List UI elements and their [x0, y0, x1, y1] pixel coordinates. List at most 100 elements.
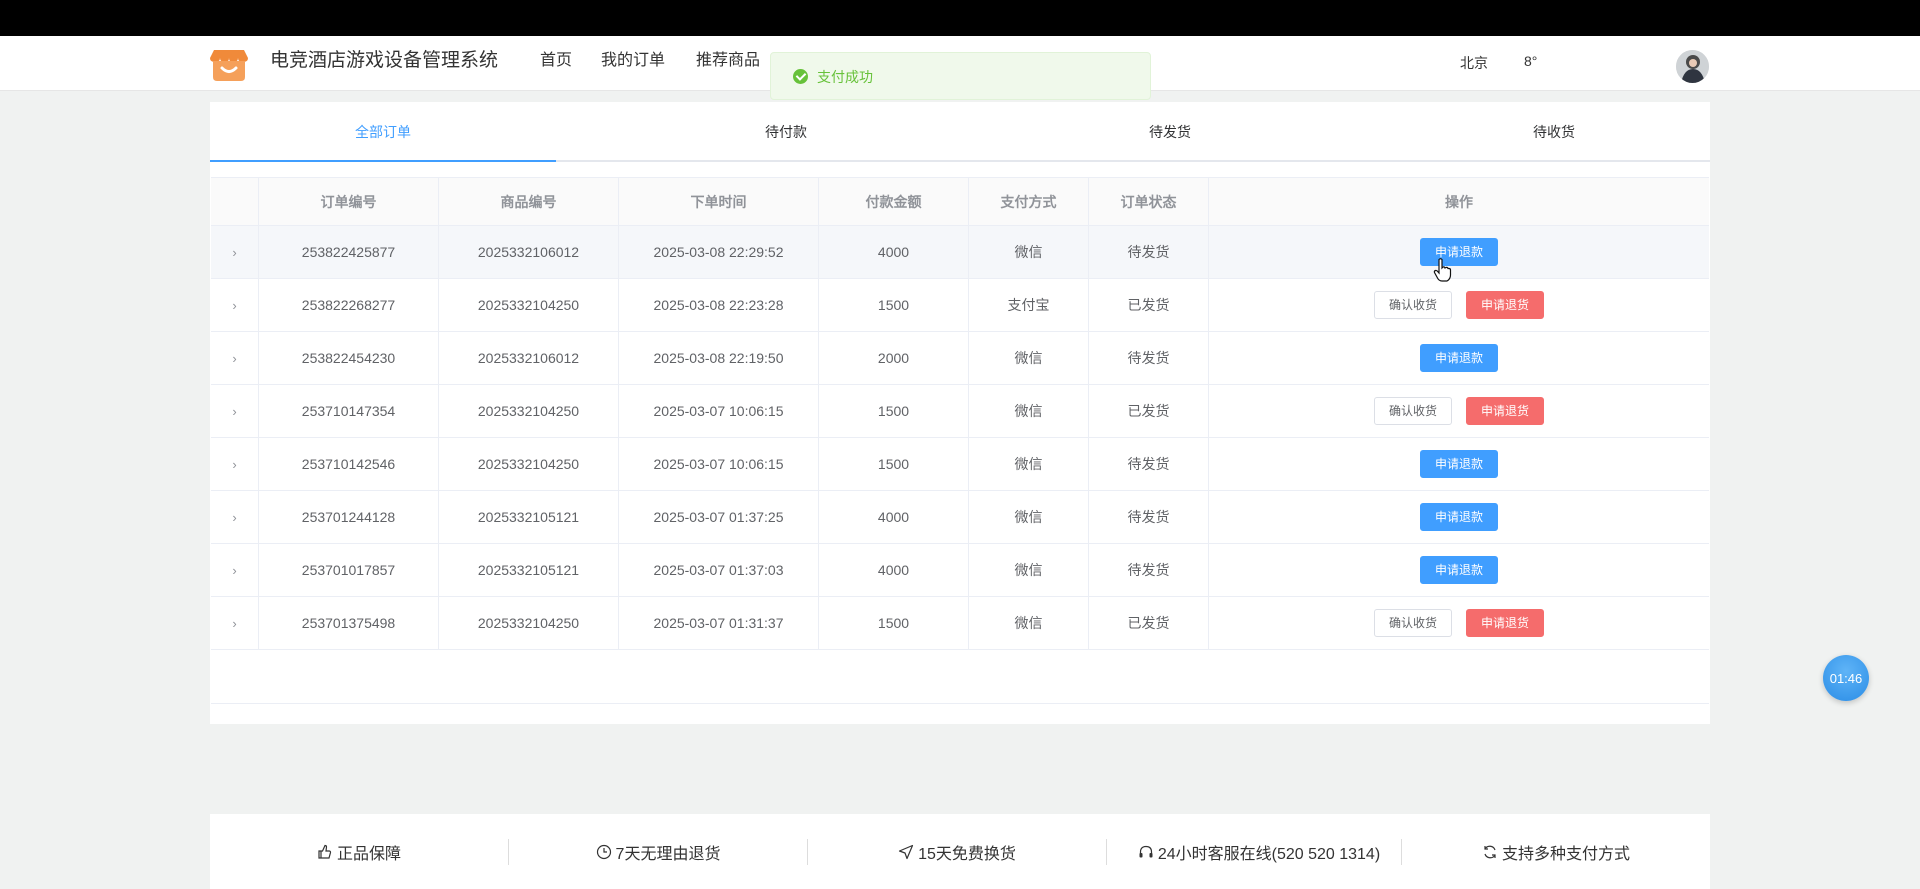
- table-header-row: 订单编号 商品编号 下单时间 付款金额 支付方式 订单状态 操作: [211, 177, 1709, 226]
- order-time-cell: 2025-03-08 22:23:28: [619, 279, 819, 331]
- product-no-cell: 2025332105121: [439, 544, 619, 596]
- order-time-cell: 2025-03-07 10:06:15: [619, 385, 819, 437]
- table-empty-row: [211, 651, 1709, 704]
- tab-all-orders[interactable]: 全部订单: [210, 102, 556, 162]
- actions-cell: 申请退款: [1209, 226, 1709, 278]
- feature-support-label: 24小时客服在线(520 520 1314): [1157, 845, 1381, 863]
- expand-chevron-icon[interactable]: ›: [211, 597, 259, 649]
- success-toast: 支付成功: [770, 52, 1151, 100]
- nav-my-orders[interactable]: 我的订单: [601, 50, 665, 72]
- order-no-cell: 253701375498: [259, 597, 439, 649]
- send-icon: [898, 844, 914, 859]
- feature-return-label: 7天无理由退货: [615, 845, 721, 863]
- shop-logo-icon: [210, 50, 248, 81]
- amount-cell: 1500: [819, 597, 969, 649]
- order-status-cell: 待发货: [1089, 544, 1209, 596]
- expand-chevron-icon[interactable]: ›: [211, 491, 259, 543]
- header-product-no: 商品编号: [439, 178, 619, 225]
- confirm-receipt-button[interactable]: 确认收货: [1373, 291, 1452, 319]
- order-status-cell: 已发货: [1089, 597, 1209, 649]
- order-status-cell: 待发货: [1089, 332, 1209, 384]
- payment-method-cell: 支付宝: [969, 279, 1089, 331]
- amount-cell: 2000: [819, 332, 969, 384]
- table-row: › 253822425877 2025332106012 2025-03-08 22:…: [211, 226, 1709, 279]
- order-no-cell: 253822268277: [259, 279, 439, 331]
- header-order-no: 订单编号: [259, 178, 439, 225]
- table-row: › 253701375498 2025332104250 2025-03-07 01:…: [211, 597, 1709, 650]
- avatar[interactable]: [1676, 50, 1709, 83]
- payment-method-cell: 微信: [969, 332, 1089, 384]
- tab-pending-shipment[interactable]: 待发货: [978, 102, 1362, 162]
- order-time-cell: 2025-03-07 01:37:03: [619, 544, 819, 596]
- tab-pending-receipt[interactable]: 待收货: [1362, 102, 1746, 162]
- nav-recommended[interactable]: 推荐商品: [696, 50, 760, 72]
- action-buttons: 申请退款: [1419, 344, 1498, 372]
- order-time-cell: 2025-03-07 01:37:25: [619, 491, 819, 543]
- toast-message: 支付成功: [817, 69, 873, 85]
- payment-method-cell: 微信: [969, 544, 1089, 596]
- feature-payment: 支持多种支付方式: [1402, 814, 1710, 889]
- product-no-cell: 2025332104250: [439, 438, 619, 490]
- feature-return: 7天无理由退货: [509, 814, 807, 889]
- table-row: › 253701017857 2025332105121 2025-03-07 01:…: [211, 544, 1709, 597]
- confirm-receipt-button[interactable]: 确认收货: [1373, 609, 1452, 637]
- expand-chevron-icon[interactable]: ›: [211, 544, 259, 596]
- action-buttons: 申请退款: [1419, 238, 1498, 266]
- order-time-cell: 2025-03-08 22:19:50: [619, 332, 819, 384]
- expand-chevron-icon[interactable]: ›: [211, 226, 259, 278]
- order-no-cell: 253710142546: [259, 438, 439, 490]
- product-no-cell: 2025332104250: [439, 385, 619, 437]
- user-avatar-icon: [1676, 50, 1709, 83]
- timer-badge[interactable]: 01:46: [1823, 655, 1869, 701]
- refresh-icon: [1484, 845, 1496, 858]
- headset-icon: [1139, 845, 1153, 857]
- actions-cell: 确认收货 申请退货: [1209, 385, 1709, 437]
- table-row: › 253822268277 2025332104250 2025-03-08 22:…: [211, 279, 1709, 332]
- browser-top-bar: [0, 0, 1920, 36]
- apply-return-button[interactable]: 申请退货: [1466, 397, 1545, 425]
- action-buttons: 申请退款: [1419, 503, 1498, 531]
- order-no-cell: 253822454230: [259, 332, 439, 384]
- order-status-cell: 待发货: [1089, 226, 1209, 278]
- table-row: › 253710142546 2025332104250 2025-03-07 10:…: [211, 438, 1709, 491]
- tab-pending-payment[interactable]: 待付款: [594, 102, 978, 162]
- table-row: › 253701244128 2025332105121 2025-03-07 01:…: [211, 491, 1709, 544]
- action-buttons: 确认收货 申请退货: [1373, 397, 1545, 425]
- header-expand: [211, 178, 259, 225]
- order-status-cell: 待发货: [1089, 438, 1209, 490]
- feature-exchange-label: 15天免费换货: [918, 845, 1016, 863]
- apply-refund-button[interactable]: 申请退款: [1419, 238, 1498, 266]
- hand-cursor-icon: [1433, 258, 1452, 282]
- temperature-label: 8°: [1524, 53, 1538, 69]
- apply-refund-button[interactable]: 申请退款: [1419, 503, 1498, 531]
- clock-icon: [596, 844, 611, 859]
- apply-refund-button[interactable]: 申请退款: [1419, 450, 1498, 478]
- apply-refund-button[interactable]: 申请退款: [1419, 556, 1498, 584]
- order-status-cell: 已发货: [1089, 385, 1209, 437]
- order-no-cell: 253822425877: [259, 226, 439, 278]
- payment-method-cell: 微信: [969, 597, 1089, 649]
- actions-cell: 申请退款: [1209, 544, 1709, 596]
- apply-refund-button[interactable]: 申请退款: [1419, 344, 1498, 372]
- expand-chevron-icon[interactable]: ›: [211, 438, 259, 490]
- product-no-cell: 2025332106012: [439, 332, 619, 384]
- product-no-cell: 2025332104250: [439, 597, 619, 649]
- apply-return-button[interactable]: 申请退货: [1466, 609, 1545, 637]
- table-row: › 253822454230 2025332106012 2025-03-08 22:…: [211, 332, 1709, 385]
- confirm-receipt-button[interactable]: 确认收货: [1373, 397, 1452, 425]
- header-actions: 操作: [1445, 193, 1473, 210]
- payment-method-cell: 微信: [969, 491, 1089, 543]
- expand-chevron-icon[interactable]: ›: [211, 332, 259, 384]
- header-amount: 付款金额: [819, 178, 969, 225]
- amount-cell: 1500: [819, 385, 969, 437]
- action-buttons: 确认收货 申请退货: [1373, 291, 1545, 319]
- actions-cell: 申请退款: [1209, 332, 1709, 384]
- expand-chevron-icon[interactable]: ›: [211, 385, 259, 437]
- feature-payment-label: 支持多种支付方式: [1501, 845, 1630, 863]
- order-status-cell: 待发货: [1089, 491, 1209, 543]
- expand-chevron-icon[interactable]: ›: [211, 279, 259, 331]
- apply-return-button[interactable]: 申请退货: [1466, 291, 1545, 319]
- amount-cell: 4000: [819, 544, 969, 596]
- nav-home[interactable]: 首页: [540, 50, 572, 72]
- actions-cell: 申请退款: [1209, 491, 1709, 543]
